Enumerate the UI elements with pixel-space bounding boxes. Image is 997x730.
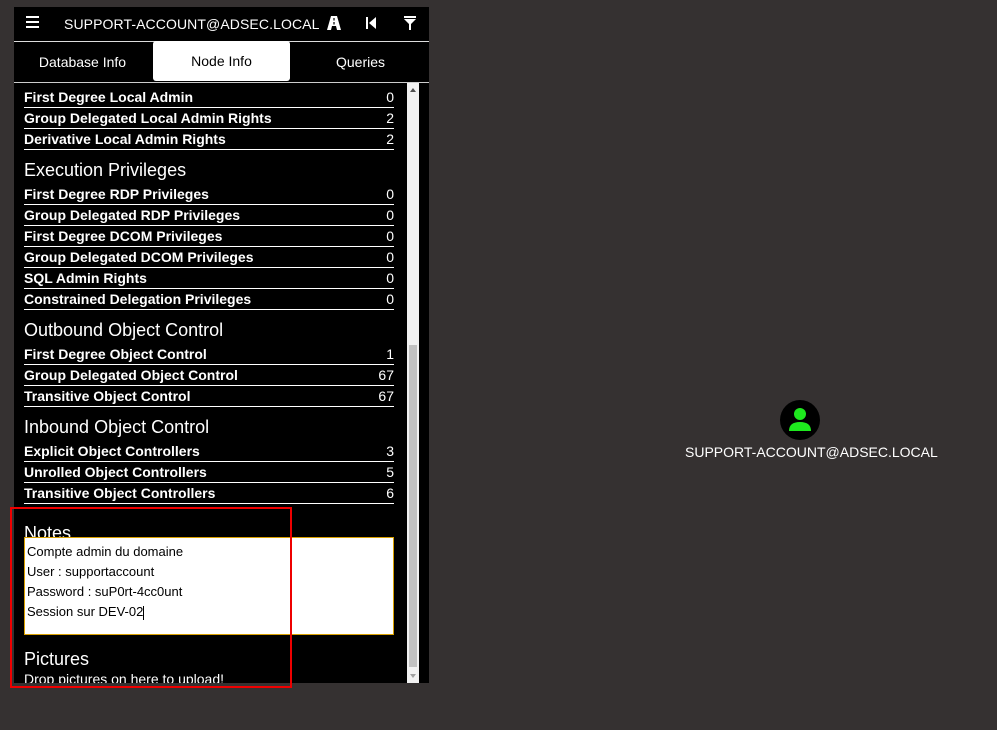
notes-line: Session sur DEV-02 xyxy=(27,604,144,619)
row-label: Derivative Local Admin Rights xyxy=(24,131,226,147)
row-value: 67 xyxy=(378,388,394,404)
picture-drop-zone[interactable]: Drop pictures on here to upload! xyxy=(24,671,224,683)
row-constrained-delegation[interactable]: Constrained Delegation Privileges 0 xyxy=(24,289,394,310)
pathfinding-icon[interactable] xyxy=(327,16,341,30)
section-title-outbound: Outbound Object Control xyxy=(24,320,224,340)
tab-bar: Database Info Node Info Queries xyxy=(14,41,429,82)
row-group-delegated-dcom[interactable]: Group Delegated DCOM Privileges 0 xyxy=(24,247,394,268)
notes-line-last: Session sur DEV-02 xyxy=(27,602,391,622)
search-bar: SUPPORT-ACCOUNT@ADSEC.LOCAL xyxy=(14,7,429,41)
row-value: 0 xyxy=(386,207,394,223)
graph-node-user[interactable] xyxy=(780,400,820,440)
row-label: Unrolled Object Controllers xyxy=(24,464,207,480)
row-sql-admin[interactable]: SQL Admin Rights 0 xyxy=(24,268,394,289)
row-label: Group Delegated Object Control xyxy=(24,367,238,383)
menu-icon[interactable] xyxy=(26,16,39,29)
row-value: 0 xyxy=(386,89,394,105)
text-caret xyxy=(143,605,145,620)
row-value: 2 xyxy=(386,110,394,126)
row-value: 0 xyxy=(386,249,394,265)
row-value: 0 xyxy=(386,228,394,244)
scrollbar[interactable] xyxy=(407,83,419,683)
tab-queries[interactable]: Queries xyxy=(292,42,429,82)
row-transitive-object-controllers[interactable]: Transitive Object Controllers 6 xyxy=(24,483,394,504)
node-info-panel: SUPPORT-ACCOUNT@ADSEC.LOCAL Database Inf… xyxy=(14,7,429,683)
row-first-degree-object-control[interactable]: First Degree Object Control 1 xyxy=(24,344,394,365)
node-info-content: First Degree Local Admin 0 Group Delegate… xyxy=(14,83,407,683)
row-label: Explicit Object Controllers xyxy=(24,443,200,459)
row-value: 0 xyxy=(386,186,394,202)
row-group-delegated-object-control[interactable]: Group Delegated Object Control 67 xyxy=(24,365,394,386)
row-value: 5 xyxy=(386,464,394,480)
row-value: 2 xyxy=(386,131,394,147)
row-value: 1 xyxy=(386,346,394,362)
row-first-degree-local-admin[interactable]: First Degree Local Admin 0 xyxy=(24,87,394,108)
graph-node-label[interactable]: SUPPORT-ACCOUNT@ADSEC.LOCAL xyxy=(685,444,938,460)
tab-node-info[interactable]: Node Info xyxy=(153,41,290,81)
row-value: 0 xyxy=(386,270,394,286)
row-label: Transitive Object Control xyxy=(24,388,191,404)
row-derivative-local-admin[interactable]: Derivative Local Admin Rights 2 xyxy=(24,129,394,150)
scroll-up-icon[interactable] xyxy=(407,83,419,97)
notes-line: Password : suP0rt-4cc0unt xyxy=(27,584,183,599)
row-group-delegated-rdp[interactable]: Group Delegated RDP Privileges 0 xyxy=(24,205,394,226)
section-title-execution: Execution Privileges xyxy=(24,160,187,180)
row-value: 3 xyxy=(386,443,394,459)
scrollbar-thumb[interactable] xyxy=(409,345,417,667)
row-label: Constrained Delegation Privileges xyxy=(24,291,252,307)
row-label: Transitive Object Controllers xyxy=(24,485,216,501)
row-explicit-object-controllers[interactable]: Explicit Object Controllers 3 xyxy=(24,441,394,462)
row-label: First Degree RDP Privileges xyxy=(24,186,209,202)
section-title-inbound: Inbound Object Control xyxy=(24,417,210,437)
filter-icon[interactable] xyxy=(403,16,417,30)
scroll-down-icon[interactable] xyxy=(407,669,419,683)
row-value: 6 xyxy=(386,485,394,501)
notes-line: User : supportaccount xyxy=(27,564,155,579)
row-label: First Degree Object Control xyxy=(24,346,207,362)
notes-line: Compte admin du domaine xyxy=(27,544,184,559)
row-unrolled-object-controllers[interactable]: Unrolled Object Controllers 5 xyxy=(24,462,394,483)
search-input[interactable]: SUPPORT-ACCOUNT@ADSEC.LOCAL xyxy=(64,7,319,41)
tab-database-info[interactable]: Database Info xyxy=(14,42,151,82)
row-transitive-object-control[interactable]: Transitive Object Control 67 xyxy=(24,386,394,407)
row-label: Group Delegated DCOM Privileges xyxy=(24,249,254,265)
row-label: Group Delegated Local Admin Rights xyxy=(24,110,272,126)
user-icon xyxy=(789,408,811,431)
notes-textarea[interactable]: Compte admin du domaine User : supportac… xyxy=(24,537,394,635)
row-label: Group Delegated RDP Privileges xyxy=(24,207,241,223)
row-first-degree-rdp[interactable]: First Degree RDP Privileges 0 xyxy=(24,184,394,205)
section-title-pictures: Pictures xyxy=(24,649,90,669)
row-label: SQL Admin Rights xyxy=(24,270,147,286)
row-label: First Degree Local Admin xyxy=(24,89,194,105)
row-label: First Degree DCOM Privileges xyxy=(24,228,223,244)
row-first-degree-dcom[interactable]: First Degree DCOM Privileges 0 xyxy=(24,226,394,247)
row-value: 0 xyxy=(386,291,394,307)
back-icon[interactable] xyxy=(364,16,378,30)
row-group-delegated-local-admin[interactable]: Group Delegated Local Admin Rights 2 xyxy=(24,108,394,129)
row-value: 67 xyxy=(378,367,394,383)
